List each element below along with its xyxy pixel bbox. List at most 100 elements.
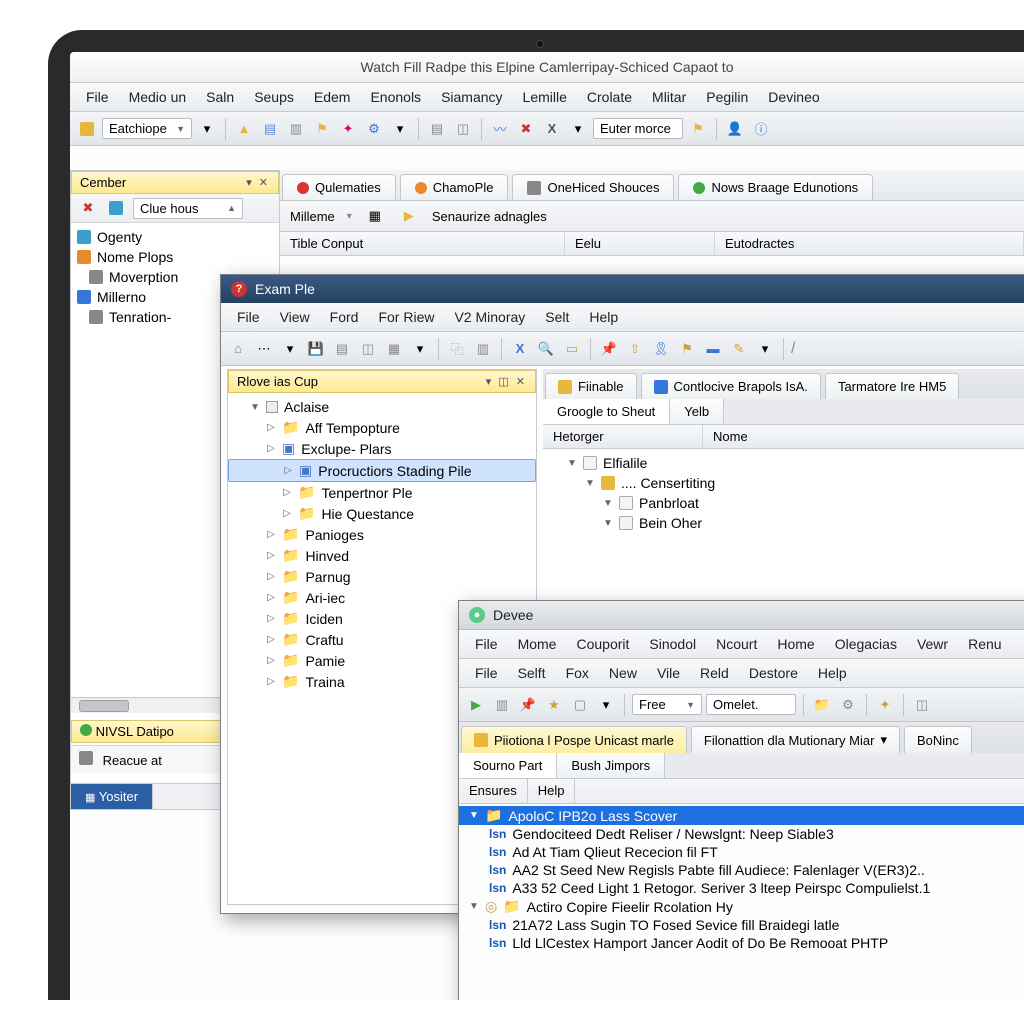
tree-item[interactable]: ▼.... Censertiting bbox=[543, 473, 1024, 493]
bar-icon[interactable]: ▬ bbox=[702, 338, 724, 360]
up-icon[interactable]: ⇧ bbox=[624, 338, 646, 360]
expand-icon[interactable]: ▼ bbox=[585, 478, 595, 489]
expand-icon[interactable]: ▼ bbox=[603, 498, 613, 509]
tree-item[interactable]: ▷📁Panioges bbox=[228, 524, 536, 545]
expand-icon[interactable]: ▷ bbox=[282, 487, 292, 498]
sub-tab[interactable]: Sourno Part bbox=[459, 753, 557, 778]
save-icon[interactable]: 💾 bbox=[305, 338, 327, 360]
window-icon[interactable]: ◫ bbox=[357, 338, 379, 360]
info-icon[interactable]: ⓘ bbox=[750, 118, 772, 140]
user-icon[interactable]: 👤 bbox=[724, 118, 746, 140]
editor-tab[interactable]: ChamoPle bbox=[400, 174, 509, 200]
dropdown-icon[interactable]: ▾ bbox=[595, 694, 617, 716]
menu-item[interactable]: V2 Minoray bbox=[444, 303, 535, 331]
list-item[interactable]: ▼◎ 📁Actiro Copire Fieelir Rcolation Hy bbox=[459, 897, 1024, 916]
menu-item[interactable]: Edem bbox=[304, 83, 361, 111]
editor-tab[interactable]: Qulematies bbox=[282, 174, 396, 200]
expand-icon[interactable]: ▷ bbox=[266, 550, 276, 561]
results-list[interactable]: ▼📁ApoloC IPB2o Lass ScoverlsnGendociteed… bbox=[459, 804, 1024, 954]
expand-icon[interactable]: ▷ bbox=[283, 465, 293, 476]
pin-icon[interactable]: 📌 bbox=[598, 338, 620, 360]
menu-item[interactable]: File bbox=[227, 303, 270, 331]
tree-item[interactable]: ▷📁Hinved bbox=[228, 545, 536, 566]
side-button-label[interactable]: Reacue at bbox=[103, 753, 162, 768]
paste-icon[interactable]: ▥ bbox=[472, 338, 494, 360]
flag-icon[interactable]: ⚑ bbox=[676, 338, 698, 360]
menu-item[interactable]: Mlitar bbox=[642, 83, 696, 111]
ribbon-icon[interactable]: 🎗 bbox=[650, 338, 672, 360]
run-icon[interactable]: ▶ bbox=[465, 694, 487, 716]
expand-icon[interactable]: ▼ bbox=[603, 518, 613, 529]
editor-tab[interactable]: Filonattion dla Mutionary Miar ▾ bbox=[691, 726, 900, 753]
list-icon[interactable]: ▤ bbox=[259, 118, 281, 140]
tree-item[interactable]: ▼Elfialile bbox=[543, 453, 1024, 473]
menu-item[interactable]: Seups bbox=[244, 83, 304, 111]
dropdown-icon[interactable]: ▾ bbox=[279, 338, 301, 360]
menu-item[interactable]: Selt bbox=[535, 303, 579, 331]
window-icon[interactable]: ◫ bbox=[452, 118, 474, 140]
menu-item[interactable]: Ford bbox=[320, 303, 369, 331]
list-item[interactable]: lsnA33 52 Ceed Light 1 Retogor. Seriver … bbox=[459, 879, 1024, 897]
page-icon[interactable]: ▥ bbox=[285, 118, 307, 140]
menu-item[interactable]: Help bbox=[579, 303, 628, 331]
window-icon[interactable]: ◫ bbox=[911, 694, 933, 716]
doc-icon[interactable]: ▤ bbox=[426, 118, 448, 140]
menu-item[interactable]: Fox bbox=[556, 659, 599, 687]
expand-icon[interactable]: ▼ bbox=[250, 402, 260, 413]
menu-item[interactable]: Mome bbox=[508, 630, 567, 658]
sub-tab[interactable]: Groogle to Sheut bbox=[543, 399, 670, 424]
list-icon[interactable]: ▤ bbox=[331, 338, 353, 360]
properties-tree[interactable]: ▼Elfialile▼.... Censertiting▼Panbrloat▼B… bbox=[543, 449, 1024, 537]
sub-tab[interactable]: Bush Jimpors bbox=[557, 753, 665, 778]
gear-icon[interactable]: ⚙ bbox=[363, 118, 385, 140]
box-icon[interactable]: ⋯ bbox=[253, 338, 275, 360]
menu-item[interactable]: Devineo bbox=[758, 83, 829, 111]
dropdown-icon[interactable]: ▾ bbox=[754, 338, 776, 360]
x-icon[interactable]: ✖ bbox=[77, 197, 99, 219]
flag-icon[interactable]: ⚑ bbox=[311, 118, 333, 140]
list-item[interactable]: lsnAA2 St Seed New Regisls Pabte fill Au… bbox=[459, 861, 1024, 879]
menu-item[interactable]: File bbox=[465, 659, 508, 687]
menu-item[interactable]: Vewr bbox=[907, 630, 958, 658]
expand-icon[interactable]: ▷ bbox=[266, 676, 276, 687]
tree-icon[interactable]: ▲ bbox=[233, 118, 255, 140]
menu-item[interactable]: New bbox=[599, 659, 647, 687]
tree-item[interactable]: ▷📁Hie Questance bbox=[228, 503, 536, 524]
menu-item[interactable]: Ncourt bbox=[706, 630, 767, 658]
editor-tab[interactable]: BoNinc bbox=[904, 726, 972, 753]
stop-icon[interactable]: ✖ bbox=[515, 118, 537, 140]
flag-icon[interactable]: ⚑ bbox=[687, 118, 709, 140]
folder-icon[interactable]: 📁 bbox=[811, 694, 833, 716]
expand-icon[interactable]: ▷ bbox=[266, 422, 276, 433]
grid-icon[interactable]: ▦ bbox=[383, 338, 405, 360]
list-item[interactable]: lsnGendociteed Dedt Reliser / Newslgnt: … bbox=[459, 825, 1024, 843]
cut-icon[interactable]: X bbox=[509, 338, 531, 360]
expand-icon[interactable]: ▷ bbox=[266, 443, 276, 454]
grid-icon[interactable] bbox=[105, 197, 127, 219]
dropdown-icon[interactable]: ▾ bbox=[196, 118, 218, 140]
star-icon[interactable]: ★ bbox=[543, 694, 565, 716]
menu-item[interactable]: Siamancy bbox=[431, 83, 512, 111]
expand-icon[interactable]: ▷ bbox=[266, 529, 276, 540]
expand-icon[interactable]: ▷ bbox=[266, 655, 276, 666]
menu-item[interactable]: Destore bbox=[739, 659, 808, 687]
column-header[interactable]: Eelu bbox=[565, 232, 715, 255]
menu-item[interactable]: Vile bbox=[647, 659, 690, 687]
stack-icon[interactable]: ▭ bbox=[561, 338, 583, 360]
expand-icon[interactable]: ▼ bbox=[469, 810, 479, 821]
sparkle-icon[interactable]: ✦ bbox=[337, 118, 359, 140]
tree-item[interactable]: ▷▣Procructiors Stading Pile bbox=[228, 459, 536, 482]
list-item[interactable]: lsn21A72 Lass Sugin TO Fosed Sevice fill… bbox=[459, 916, 1024, 934]
column-header[interactable]: Nome bbox=[703, 425, 1024, 448]
column-header[interactable]: Eutodractes bbox=[715, 232, 1024, 255]
menu-item[interactable]: Enonols bbox=[360, 83, 431, 111]
copy-icon[interactable]: ⿻ bbox=[446, 338, 468, 360]
menu-item[interactable]: Crolate bbox=[577, 83, 642, 111]
side-combo[interactable]: Clue hous▲ bbox=[133, 198, 243, 219]
menu-item[interactable]: File bbox=[465, 630, 508, 658]
menu-item[interactable]: Couporit bbox=[566, 630, 639, 658]
menu-item[interactable]: Saln bbox=[196, 83, 244, 111]
breadcrumb[interactable]: Milleme bbox=[290, 209, 335, 224]
lock-icon[interactable] bbox=[76, 118, 98, 140]
editor-tab[interactable]: Nows Braage Edunotions bbox=[678, 174, 873, 200]
